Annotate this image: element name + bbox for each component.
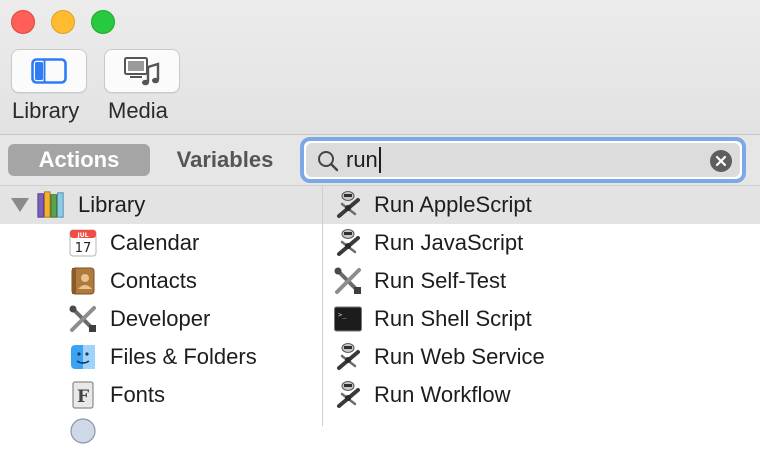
library-item-developer[interactable]: Developer xyxy=(0,300,322,338)
library-root-label: Library xyxy=(78,192,146,217)
result-run-applescript[interactable]: Run AppleScript xyxy=(323,186,760,224)
search-input-value: run xyxy=(346,147,378,172)
result-run-web-service[interactable]: Run Web Service xyxy=(323,338,760,376)
library-item-label: Files & Folders xyxy=(110,344,257,369)
library-root-row[interactable]: Library xyxy=(0,186,322,224)
calendar-icon: JUL 17 xyxy=(68,228,98,258)
variables-tab[interactable]: Variables xyxy=(158,144,292,176)
terminal-icon: >_ xyxy=(333,304,363,334)
result-label: Run Shell Script xyxy=(374,306,532,331)
media-button[interactable] xyxy=(104,49,180,93)
result-label: Run Self-Test xyxy=(374,268,507,293)
result-label: Run JavaScript xyxy=(374,230,524,255)
search-field[interactable]: run xyxy=(300,137,746,183)
result-label: Run Web Service xyxy=(374,344,545,369)
result-run-shell-script[interactable]: >_ Run Shell Script xyxy=(323,300,760,338)
library-item-partial[interactable] xyxy=(0,414,322,452)
library-item-label: Calendar xyxy=(110,230,200,255)
result-run-self-test[interactable]: Run Self-Test xyxy=(323,262,760,300)
result-run-workflow[interactable]: Run Workflow xyxy=(323,376,760,414)
library-item-files-folders[interactable]: Files & Folders xyxy=(0,338,322,376)
clear-x-icon xyxy=(715,155,727,167)
library-item-label: Contacts xyxy=(110,268,197,293)
automator-robot-icon xyxy=(333,228,363,258)
media-toolbar-label: Media xyxy=(108,98,168,123)
filter-bar: Actions Variables run xyxy=(0,135,760,186)
automator-robot-icon xyxy=(333,380,363,410)
minimize-window-button[interactable] xyxy=(51,10,75,34)
developer-tools-icon xyxy=(333,266,363,296)
close-window-button[interactable] xyxy=(11,10,35,34)
search-icon xyxy=(318,151,339,172)
automator-robot-icon xyxy=(333,190,363,220)
fonts-icon-glyph: F xyxy=(77,387,89,407)
library-item-label: Developer xyxy=(110,306,211,331)
clear-search-button[interactable] xyxy=(710,150,732,172)
library-item-label: Fonts xyxy=(110,382,166,407)
library-item-calendar[interactable]: JUL 17 Calendar xyxy=(0,224,322,262)
library-item-fonts[interactable]: F Fonts xyxy=(0,376,322,414)
text-caret xyxy=(378,147,381,173)
search-results-list: Run AppleScript Run JavaScript Run Self-… xyxy=(323,186,760,426)
library-toggle-button[interactable] xyxy=(11,49,87,93)
contacts-icon xyxy=(68,266,98,296)
calendar-icon-day: 17 xyxy=(75,241,92,256)
result-label: Run Workflow xyxy=(374,382,511,407)
developer-tools-icon xyxy=(68,304,98,334)
result-run-javascript[interactable]: Run JavaScript xyxy=(323,224,760,262)
zoom-window-button[interactable] xyxy=(91,10,115,34)
media-icon xyxy=(124,57,160,86)
library-books-icon xyxy=(36,190,66,220)
finder-icon xyxy=(68,342,98,372)
terminal-icon-prompt: >_ xyxy=(338,311,347,319)
automator-robot-icon xyxy=(333,342,363,372)
fonts-icon: F xyxy=(68,380,98,410)
library-toolbar-label: Library xyxy=(12,98,80,123)
search-input[interactable]: run xyxy=(346,143,706,177)
library-item-contacts[interactable]: Contacts xyxy=(0,262,322,300)
globe-icon xyxy=(68,416,98,446)
library-tree: Library JUL 17 Calendar Contacts Develop… xyxy=(0,186,323,444)
sidebar-icon xyxy=(31,58,67,84)
calendar-icon-month: JUL xyxy=(77,232,89,239)
window-toolbar: Library Media xyxy=(0,0,760,135)
actions-tab[interactable]: Actions xyxy=(8,144,150,176)
search-field-inner: run xyxy=(306,143,740,177)
result-label: Run AppleScript xyxy=(374,192,532,217)
disclosure-triangle-icon[interactable] xyxy=(11,198,29,212)
